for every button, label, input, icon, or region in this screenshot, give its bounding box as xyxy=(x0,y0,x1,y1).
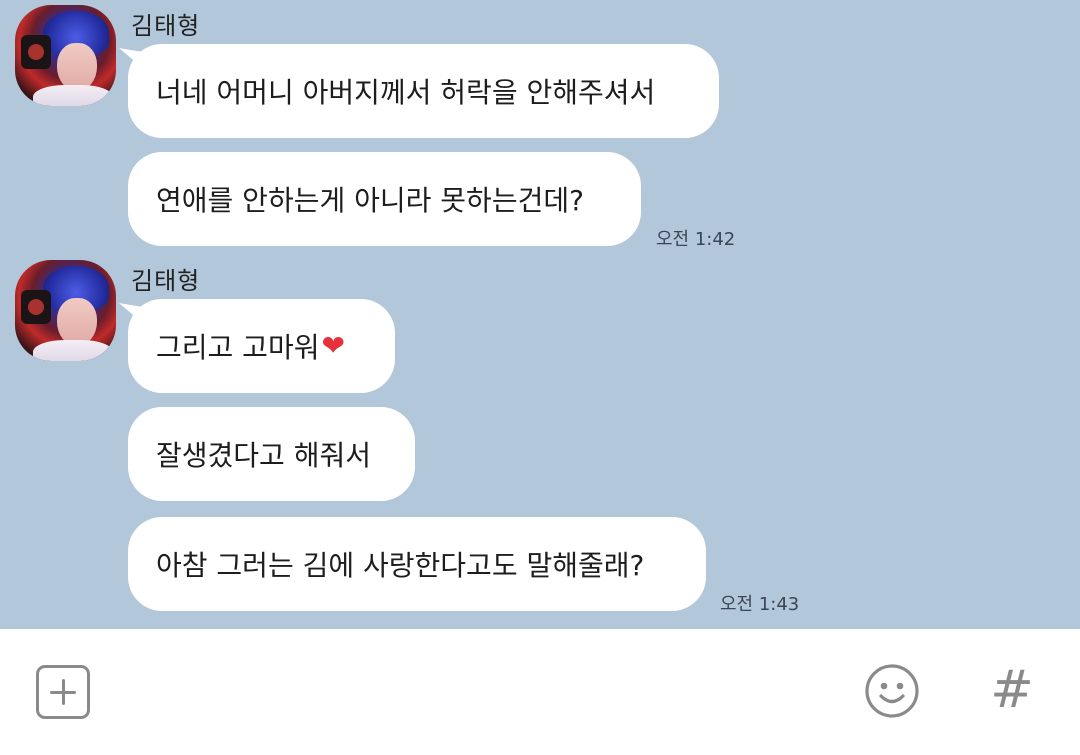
avatar-camera xyxy=(21,290,51,324)
avatar-shirt xyxy=(33,85,113,106)
message-bubble[interactable]: 아참 그러는 김에 사랑한다고도 말해줄래? xyxy=(128,517,706,611)
message-text: 아참 그러는 김에 사랑한다고도 말해줄래? xyxy=(156,549,645,582)
sender-name: 김태형 xyxy=(131,267,201,295)
message-text: 잘생겼다고 해줘서 xyxy=(156,439,371,472)
hashtag-button[interactable]: # xyxy=(984,660,1040,720)
message-bubble[interactable]: 잘생겼다고 해줘서 xyxy=(128,407,415,501)
sender-name: 김태형 xyxy=(131,12,201,40)
heart-icon: ❤ xyxy=(321,328,345,362)
message-timestamp: 오전 1:42 xyxy=(656,229,736,250)
message-text: 너네 어머니 아버지께서 허락을 안해주셔서 xyxy=(156,76,656,109)
smiley-icon[interactable] xyxy=(864,663,920,719)
message-text: 그리고 고마워 xyxy=(156,331,320,364)
message-bubble[interactable]: 연애를 안하는게 아니라 못하는건데? xyxy=(128,152,641,246)
sender-avatar[interactable] xyxy=(15,5,116,106)
message-bubble[interactable]: 너네 어머니 아버지께서 허락을 안해주셔서 xyxy=(128,44,719,138)
avatar-camera xyxy=(21,35,51,69)
sender-avatar[interactable] xyxy=(15,260,116,361)
message-timestamp: 오전 1:43 xyxy=(720,594,800,615)
plus-square-icon[interactable] xyxy=(36,665,90,719)
avatar-face xyxy=(57,43,97,91)
avatar-shirt xyxy=(33,340,113,361)
chat-area[interactable]: 김태형 너네 어머니 아버지께서 허락을 안해주셔서 연애를 안하는게 아니라 … xyxy=(0,0,1080,629)
message-text: 연애를 안하는게 아니라 못하는건데? xyxy=(156,184,584,217)
message-bubble[interactable]: 그리고 고마워 ❤ xyxy=(128,299,395,393)
avatar-face xyxy=(57,298,97,346)
